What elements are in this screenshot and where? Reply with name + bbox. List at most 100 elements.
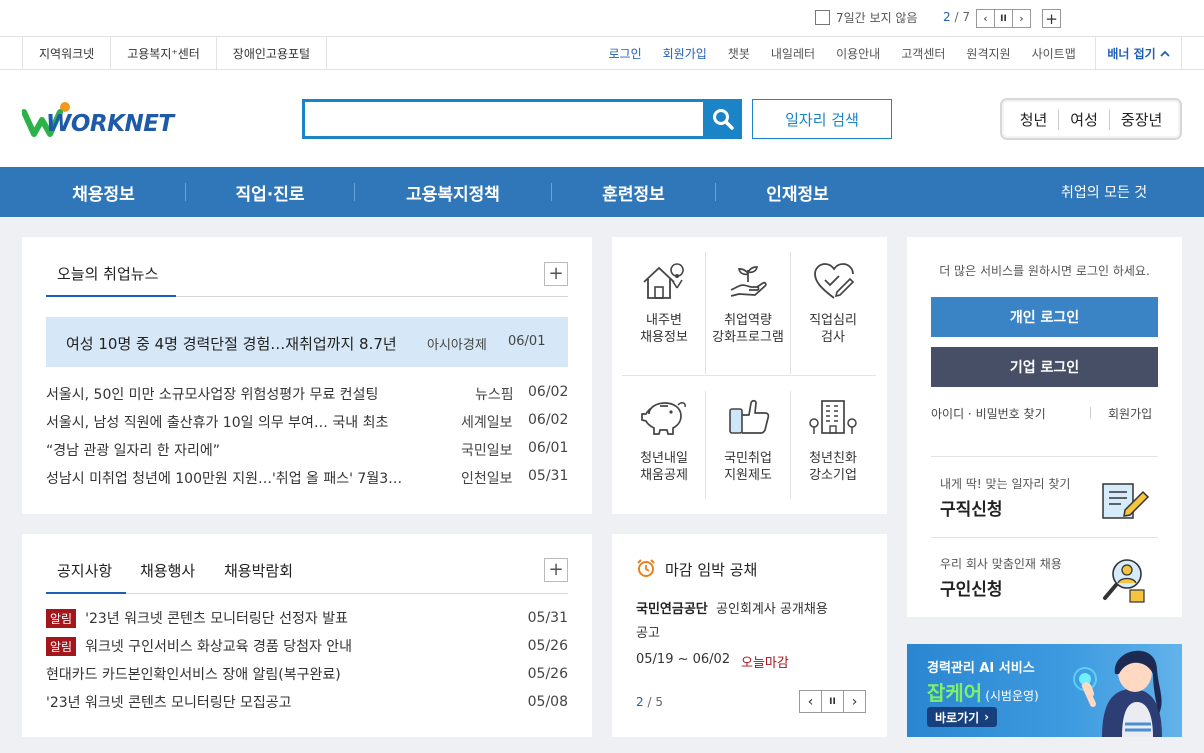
deadline-next-button[interactable]: ›: [843, 690, 866, 713]
service-label-line1: 직업심리: [809, 313, 857, 328]
nav-career[interactable]: 직업·진로: [186, 167, 354, 217]
nav-talent[interactable]: 인재정보: [716, 167, 879, 217]
search-icon: [712, 109, 734, 130]
banner-next-button[interactable]: ›: [1012, 9, 1031, 28]
newsletter-link[interactable]: 내일레터: [760, 45, 825, 62]
notice-row[interactable]: '23년 워크넷 콘텐츠 모니터링단 모집공고 05/08: [46, 692, 568, 712]
news-row[interactable]: “경남 관광 일자리 한 자리에”: [46, 440, 446, 460]
banner-prev-button[interactable]: ‹: [976, 9, 995, 28]
login-message: 더 많은 서비스를 원하시면 로그인 하세요.: [939, 264, 1150, 278]
notice-row[interactable]: 알림 '23년 워크넷 콘텐츠 모니터링단 선정자 발표 05/31: [46, 608, 568, 628]
service-label-line2: 강소기업: [809, 468, 857, 483]
news-more-button[interactable]: +: [544, 262, 568, 286]
news-date: 06/01: [528, 440, 569, 456]
login-link[interactable]: 로그인: [598, 45, 652, 62]
news-row[interactable]: 서울시, 남성 직원에 출산휴가 10일 의무 부여… 국내 최초: [46, 412, 446, 432]
service-vocational-test[interactable]: 직업심리 검사: [791, 252, 875, 372]
family-site-links: 지역워크넷 고용복지⁺센터 장애인고용포털: [22, 37, 328, 70]
join-link[interactable]: 회원가입: [1108, 405, 1152, 422]
news-row[interactable]: 성남시 미취업 청년에 100만원 지원…'취업 올 패스' 7월31일까지: [46, 468, 408, 488]
news-source: 세계일보: [461, 415, 513, 431]
news-tab-underline: [46, 295, 176, 297]
banner-pause-button[interactable]: II: [994, 9, 1013, 28]
service-employability-program[interactable]: 취업역량 강화프로그램: [706, 252, 790, 372]
job-search-button[interactable]: 일자리 검색: [752, 99, 892, 139]
search-button[interactable]: [703, 99, 742, 139]
deadline-pager: 2 / 5: [636, 695, 663, 709]
deadline-item[interactable]: 국민연금공단 공인회계사 공개채용 공고: [636, 598, 866, 646]
service-label-line2: 채용정보: [640, 330, 688, 345]
no-show-7days[interactable]: 7일간 보지 않음: [815, 9, 918, 26]
deadline-status: 오늘마감: [741, 656, 789, 671]
deadline-period: 05/19 ~ 06/02: [636, 652, 731, 667]
plus-icon: +: [1045, 9, 1058, 28]
tab-job-fair[interactable]: 채용박람회: [224, 560, 293, 581]
notice-more-button[interactable]: +: [544, 558, 568, 582]
deadline-pause-button[interactable]: II: [821, 690, 844, 713]
nav-all-menu[interactable]: 취업의 모든 것: [1061, 167, 1147, 217]
service-label: 청년내일채움공제: [622, 450, 706, 484]
nav-welfare-policy[interactable]: 고용복지정책: [355, 167, 551, 217]
customer-center-link[interactable]: 고객센터: [891, 45, 956, 62]
chevron-left-icon: ‹: [983, 12, 988, 25]
news-date: 05/31: [528, 468, 569, 484]
tab-notice[interactable]: 공지사항: [57, 560, 112, 581]
banner-fold-button[interactable]: 배너 접기: [1095, 37, 1182, 70]
nav-training[interactable]: 훈련정보: [552, 167, 715, 217]
service-label-line1: 국민취업: [724, 451, 772, 466]
ad-beta: (시범운영): [985, 689, 1039, 703]
no-show-checkbox[interactable]: [815, 10, 830, 25]
notice-row[interactable]: 알림 워크넷 구인서비스 화상교육 경품 당첨자 안내 05/26: [46, 636, 568, 656]
sitemap-link[interactable]: 사이트맵: [1021, 45, 1086, 62]
ad-brand: 잡케어: [927, 681, 983, 705]
tab-recruit-events[interactable]: 채용행사: [140, 560, 195, 581]
apply-sub: 내게 딱! 맞는 일자리 찾기: [940, 477, 1071, 491]
util-link-local-worknet[interactable]: 지역워크넷: [22, 37, 110, 70]
signup-link[interactable]: 회원가입: [652, 45, 717, 62]
company-login-button[interactable]: 기업 로그인: [931, 347, 1158, 387]
notice-badge: 알림: [46, 636, 77, 656]
chatbot-link[interactable]: 챗봇: [717, 45, 760, 62]
personal-login-button[interactable]: 개인 로그인: [931, 297, 1158, 337]
ad-line1: 경력관리 AI 서비스: [927, 661, 1035, 676]
notice-row[interactable]: 현대카드 카드본인확인서비스 장애 알림(복구완료) 05/26: [46, 664, 568, 684]
banner-more-button[interactable]: +: [1042, 9, 1061, 28]
ad-brand-row: 잡케어 (시범운영): [927, 677, 1039, 706]
notice-date: 05/26: [527, 666, 568, 682]
remote-support-link[interactable]: 원격지원: [956, 45, 1021, 62]
find-id-password-link[interactable]: 아이디 · 비밀번호 찾기: [931, 405, 1046, 422]
sprout-hand-icon: [730, 266, 767, 297]
news-row[interactable]: 서울시, 50인 미만 소규모사업장 위험성평가 무료 컨설팅: [46, 384, 446, 404]
job-seeker-apply[interactable]: 내게 딱! 맞는 일자리 찾기 구직신청: [931, 470, 1158, 530]
notice-date: 05/26: [527, 638, 568, 654]
deadline-page-current: 2: [636, 695, 644, 709]
service-youth-savings[interactable]: 청년내일채움공제: [622, 391, 706, 501]
segment-youth[interactable]: 청년: [1009, 109, 1059, 130]
employer-apply[interactable]: 우리 회사 맞춤인재 채용 구인신청: [931, 550, 1158, 610]
notice-date: 05/31: [527, 610, 568, 626]
util-link-disabled-portal[interactable]: 장애인고용포털: [215, 37, 328, 70]
util-link-welfare-center[interactable]: 고용복지⁺센터: [110, 37, 216, 70]
jobcare-ad-banner[interactable]: 경력관리 AI 서비스 잡케어 (시범운영) 바로가기 ›: [907, 644, 1182, 737]
building-icon: [809, 400, 857, 434]
document-pen-icon: [1102, 483, 1150, 519]
nav-recruit-info[interactable]: 채용정보: [22, 167, 185, 217]
worknet-logo[interactable]: WORKNET: [22, 100, 177, 140]
tab-today-news[interactable]: 오늘의 취업뉴스: [57, 263, 158, 284]
service-label-line1: 청년내일: [640, 451, 688, 466]
segment-women[interactable]: 여성: [1058, 108, 1109, 130]
ad-go-button[interactable]: 바로가기 ›: [927, 707, 998, 727]
apply-main: 구직신청: [940, 500, 1003, 520]
deadline-job-line2: 공고: [636, 626, 660, 641]
segment-middle-aged[interactable]: 중장년: [1108, 108, 1173, 130]
service-youth-friendly-companies[interactable]: 청년친화 강소기업: [791, 391, 875, 501]
apply-divider: [931, 537, 1158, 538]
guide-link[interactable]: 이용안내: [826, 45, 891, 62]
notice-badge: 알림: [46, 608, 77, 628]
service-nearby-jobs[interactable]: 내주변 채용정보: [622, 252, 706, 372]
deadline-prev-button[interactable]: ‹: [799, 690, 822, 713]
service-national-employment-support[interactable]: 국민취업 지원제도: [706, 391, 790, 501]
service-label-line2: 채움공제: [640, 468, 688, 483]
search-input[interactable]: [305, 102, 703, 136]
news-date: 06/02: [528, 412, 569, 428]
